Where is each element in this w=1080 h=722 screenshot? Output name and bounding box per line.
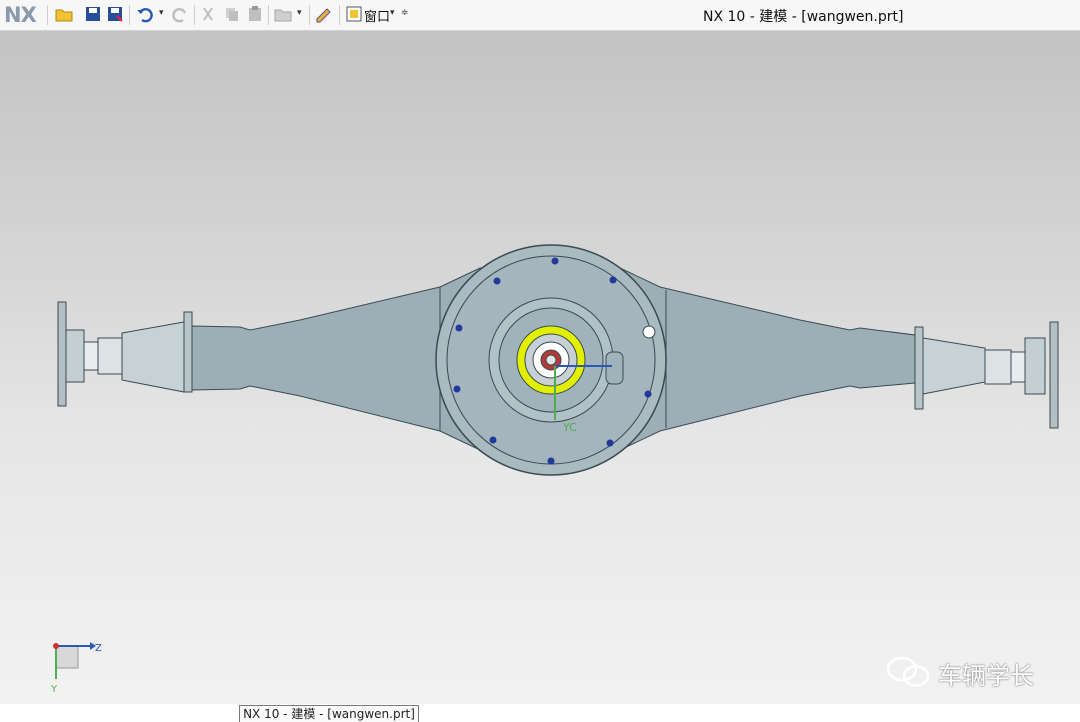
window-menu-dropdown-icon[interactable]: ▾ (390, 8, 395, 18)
folder-dropdown-icon[interactable]: ▾ (297, 8, 302, 18)
save-icon[interactable] (84, 5, 102, 23)
wechat-logo-icon (886, 656, 930, 687)
right-hub (914, 321, 1059, 429)
undo-icon[interactable] (136, 5, 154, 23)
window-icon[interactable] (345, 5, 363, 23)
copy-icon[interactable] (223, 5, 241, 23)
title-bar: NX ▾ ▾ 窗口 ▾ ≑ NX 10 - 建模 - [wangwen.prt] (0, 0, 1080, 31)
separator (309, 5, 310, 25)
view-triad (53, 642, 96, 679)
window-menu[interactable]: 窗口 (364, 6, 390, 25)
separator (47, 5, 48, 25)
taskbar-item[interactable]: NX 10 - 建模 - [wangwen.prt] (239, 705, 419, 722)
model-label: YC (562, 421, 577, 434)
save-as-icon[interactable] (106, 5, 124, 23)
axle-model[interactable]: YC Z Y (0, 31, 1080, 704)
differential-cover (435, 244, 667, 476)
triad-y-label: Y (50, 684, 58, 695)
separator (268, 5, 269, 25)
window-title: NX 10 - 建模 - [wangwen.prt] (703, 9, 904, 25)
undo-dropdown-icon[interactable]: ▾ (159, 8, 164, 18)
folder-icon[interactable] (274, 5, 292, 23)
watermark-text: 车辆学长 (938, 662, 1034, 690)
cut-icon[interactable] (199, 5, 217, 23)
separator (129, 5, 130, 25)
toolbar-options-icon[interactable]: ≑ (401, 8, 409, 18)
redo-icon[interactable] (171, 5, 189, 23)
triad-z-label: Z (95, 643, 102, 654)
pencil-icon[interactable] (315, 5, 333, 23)
left-hub (57, 301, 193, 407)
paste-icon[interactable] (246, 5, 264, 23)
graphics-window[interactable]: YC Z Y (0, 31, 1080, 704)
open-folder-icon[interactable] (55, 5, 73, 23)
separator (339, 5, 340, 25)
nx-logo: NX (4, 3, 37, 27)
separator (194, 5, 195, 25)
taskbar: NX 10 - 建模 - [wangwen.prt] (0, 704, 1080, 722)
